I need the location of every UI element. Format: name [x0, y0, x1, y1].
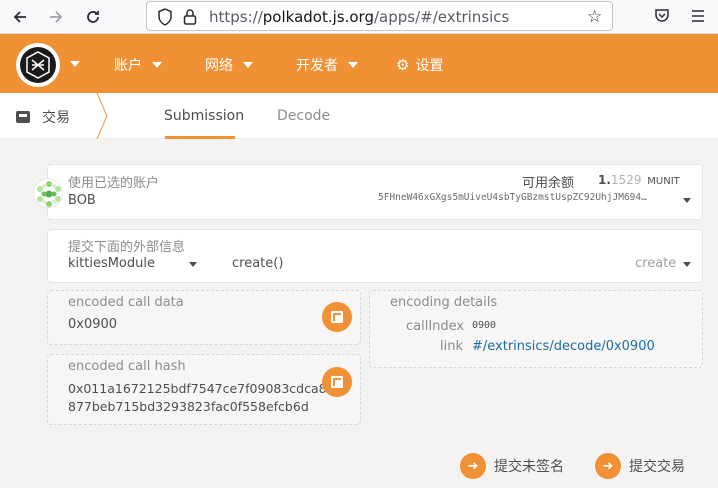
encoded-call-hash: encoded call hash 0x011a1672125bdf7547ce…	[47, 354, 361, 425]
tab-submission[interactable]: Submission	[164, 108, 244, 124]
chevron-down-icon[interactable]	[70, 61, 80, 67]
tab-decode[interactable]: Decode	[277, 108, 330, 124]
call-data-value: 0x0900	[68, 317, 118, 332]
chevron-down-icon[interactable]	[683, 262, 691, 267]
hamburger-menu-icon[interactable]	[690, 8, 706, 28]
reload-icon[interactable]	[82, 6, 104, 28]
copy-call-data-button[interactable]	[322, 302, 352, 332]
bookmark-star-icon[interactable]: ☆	[587, 7, 602, 27]
extrinsic-label: 提交下面的外部信息	[68, 240, 186, 255]
url-text: https://polkadot.js.org/apps/#/extrinsic…	[209, 8, 510, 26]
sign-in-icon: ➜	[595, 453, 621, 479]
call-index-value: 0900	[472, 320, 497, 331]
account-name: BOB	[68, 193, 96, 208]
account-address: 5FHneW46xGXgs5mUiveU4sbTyGBzmstUspZC92Uh…	[378, 192, 647, 203]
call-hash-line1: 0x011a1672125bdf7547ce7f09083cdca8	[68, 381, 327, 396]
url-bar[interactable]: https://polkadot.js.org/apps/#/extrinsic…	[146, 1, 613, 31]
shield-icon[interactable]	[157, 8, 173, 30]
active-tab-indicator	[165, 136, 235, 139]
identicon-avatar	[33, 178, 63, 208]
copy-icon	[331, 311, 343, 323]
chevron-down-icon[interactable]	[683, 198, 691, 203]
sub-navigation: 交易 Submission Decode	[0, 93, 718, 139]
chevron-down-icon	[152, 62, 162, 68]
chevron-down-icon	[243, 62, 253, 68]
encoding-details: encoding details callIndex 0900 link #/e…	[369, 290, 703, 368]
back-arrow-icon[interactable]	[9, 6, 31, 28]
account-selector[interactable]: 使用已选的账户 BOB 可用余额 1.1529 MUNIT 5FHneW46xG…	[47, 164, 703, 220]
browser-toolbar: https://polkadot.js.org/apps/#/extrinsic…	[0, 0, 718, 34]
menu-accounts[interactable]: 账户	[114, 55, 162, 75]
gear-icon: ⚙	[396, 56, 410, 74]
pocket-icon[interactable]	[654, 8, 670, 28]
encoded-call-data: encoded call data 0x0900	[47, 290, 361, 345]
polkadot-logo[interactable]	[16, 43, 60, 87]
menu-settings[interactable]: ⚙ 设置	[396, 55, 443, 75]
call-hash-label: encoded call hash	[68, 359, 186, 374]
balance-value: 1.1529 MUNIT	[598, 173, 680, 187]
call-hash-line2: 877beb715bd3293823fac0f558efcb6d	[68, 399, 309, 414]
chevron-down-icon	[348, 62, 358, 68]
module-select[interactable]: kittiesModule	[68, 256, 155, 271]
divider-chevron-icon	[96, 93, 108, 139]
method-select[interactable]: create()	[232, 256, 283, 271]
chevron-down-icon[interactable]	[189, 262, 197, 267]
call-index-label: callIndex	[406, 319, 465, 334]
inbox-icon	[16, 111, 30, 123]
extrinsic-selector[interactable]: 提交下面的外部信息 kittiesModule create() create	[47, 229, 703, 283]
forward-arrow-icon[interactable]	[45, 6, 67, 28]
link-label: link	[440, 339, 463, 354]
submit-transaction-button[interactable]: ➜ 提交交易	[595, 453, 685, 479]
account-label: 使用已选的账户	[68, 176, 160, 191]
decode-link[interactable]: #/extrinsics/decode/0x0900	[472, 339, 655, 354]
details-label: encoding details	[390, 295, 498, 310]
menu-network[interactable]: 网络	[205, 55, 253, 75]
app-header: 账户 网络 开发者 ⚙ 设置	[0, 34, 718, 93]
method-select-value[interactable]: create	[635, 256, 676, 271]
call-data-label: encoded call data	[68, 295, 184, 310]
submit-unsigned-button[interactable]: ➜ 提交未签名	[460, 453, 564, 479]
balance-label: 可用余额	[522, 176, 575, 191]
sign-in-icon: ➜	[460, 453, 486, 479]
menu-developer[interactable]: 开发者	[296, 55, 358, 75]
copy-icon	[331, 376, 343, 388]
lock-icon[interactable]	[183, 8, 197, 30]
section-title: 交易	[16, 107, 70, 127]
copy-call-hash-button[interactable]	[322, 367, 352, 397]
